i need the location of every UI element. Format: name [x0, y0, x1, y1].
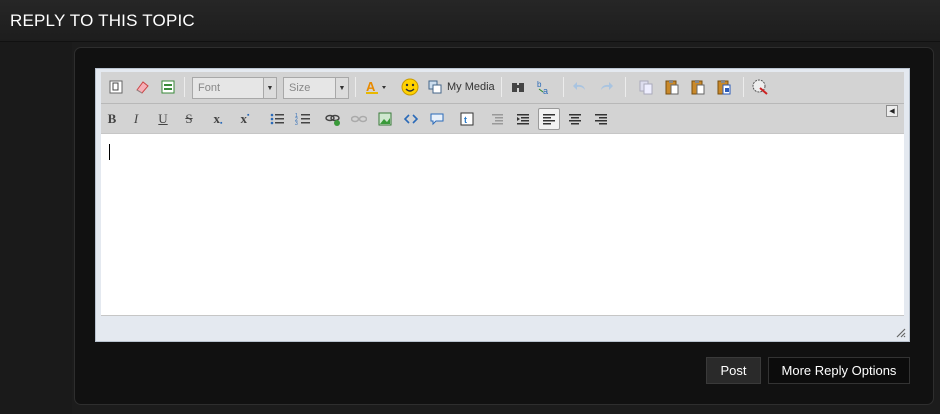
find-button[interactable]	[507, 76, 529, 98]
unlink-icon	[351, 115, 367, 123]
paste-text-button[interactable]	[687, 76, 709, 98]
outdent-button[interactable]	[486, 108, 508, 130]
font-select-label: Font	[198, 82, 221, 94]
font-color-button[interactable]: A	[363, 76, 391, 98]
toolbar-separator	[355, 77, 356, 97]
code-icon	[403, 114, 419, 124]
section-header: REPLY TO THIS TOPIC	[0, 0, 940, 42]
editor-toolbar: Font ▼ Size ▼ A My Media b a B I U S x ▪…	[101, 72, 904, 133]
align-center-button[interactable]	[564, 108, 586, 130]
twitter-icon: t	[460, 112, 474, 126]
italic-icon: I	[133, 111, 139, 126]
svg-text:t: t	[464, 115, 467, 125]
toolbar-separator	[563, 77, 564, 97]
replace-icon: ba	[537, 80, 548, 95]
my-media-button[interactable]: My Media	[428, 76, 495, 98]
redo-icon	[601, 82, 613, 90]
speech-bubble-icon	[430, 113, 444, 126]
binoculars-icon	[512, 83, 524, 92]
collapse-toolbar-button[interactable]: ◀	[886, 105, 898, 117]
strikethrough-button[interactable]: S	[178, 108, 200, 130]
svg-text:b: b	[537, 80, 542, 89]
undo-button[interactable]	[569, 76, 591, 98]
more-reply-options-button[interactable]: More Reply Options	[768, 357, 910, 384]
strikethrough-icon: S	[185, 111, 193, 126]
toolbar-separator	[184, 77, 185, 97]
chevron-down-icon[interactable]: ▼	[335, 78, 348, 98]
size-select[interactable]: Size ▼	[283, 77, 349, 99]
font-select[interactable]: Font ▼	[192, 77, 277, 99]
toolbar-separator	[743, 77, 744, 97]
font-color-icon: A	[366, 79, 386, 94]
link-icon	[325, 114, 340, 126]
align-right-icon	[595, 114, 607, 125]
insert-image-button[interactable]	[374, 108, 396, 130]
svg-text:A: A	[366, 79, 376, 94]
toolbar-row-2: B I U S x ▪ x ▪ 123 t	[101, 104, 904, 134]
eraser-icon	[136, 81, 149, 94]
replace-button[interactable]: ba	[533, 76, 555, 98]
redo-button[interactable]	[595, 76, 617, 98]
size-select-label: Size	[289, 82, 311, 94]
clipboard-icon	[665, 80, 679, 95]
copy-button[interactable]	[635, 76, 657, 98]
bullet-list-icon	[270, 113, 284, 125]
bold-icon: B	[107, 111, 117, 126]
superscript-button[interactable]: x ▪	[234, 108, 256, 130]
media-icon	[428, 80, 442, 94]
code-button[interactable]	[400, 108, 422, 130]
indent-button[interactable]	[512, 108, 534, 130]
numbered-list-button[interactable]: 123	[292, 108, 314, 130]
text-caret	[109, 144, 110, 160]
editor-text-area[interactable]	[101, 133, 904, 316]
left-sidebar-strip	[0, 42, 72, 414]
quote-button[interactable]	[426, 108, 448, 130]
copy-icon	[639, 80, 653, 95]
post-button[interactable]: Post	[706, 357, 761, 384]
rich-text-editor: Font ▼ Size ▼ A My Media b a B I U S x ▪…	[95, 68, 910, 342]
my-media-label: My Media	[447, 81, 495, 93]
toolbar-separator	[625, 77, 626, 97]
smiley-icon	[401, 78, 419, 96]
triangle-left-icon: ◀	[889, 108, 895, 115]
subscript-button[interactable]: x ▪	[207, 108, 229, 130]
source-icon	[109, 80, 123, 94]
source-view-button[interactable]	[105, 76, 127, 98]
align-left-icon	[543, 114, 555, 125]
paste-text-icon	[691, 80, 705, 95]
bulleted-list-button[interactable]	[266, 108, 288, 130]
spellcheck-button[interactable]	[749, 76, 771, 98]
paste-word-button[interactable]	[713, 76, 735, 98]
paste-button[interactable]	[661, 76, 683, 98]
numbered-list-icon: 123	[295, 113, 310, 127]
toggle-editor-button[interactable]	[157, 76, 179, 98]
outdent-icon	[492, 114, 503, 125]
twitter-button[interactable]: t	[456, 108, 478, 130]
emoticon-button[interactable]	[399, 76, 421, 98]
underline-icon: U	[158, 111, 168, 126]
svg-text:3: 3	[295, 121, 298, 127]
image-icon	[378, 112, 392, 126]
indent-icon	[517, 114, 529, 125]
toolbar-separator	[501, 77, 502, 97]
bold-button[interactable]: B	[101, 108, 123, 130]
remove-format-button[interactable]	[131, 76, 153, 98]
align-left-button[interactable]	[538, 108, 560, 130]
section-title: REPLY TO THIS TOPIC	[10, 11, 195, 30]
resize-grip-icon[interactable]	[894, 326, 906, 338]
chevron-down-icon[interactable]: ▼	[263, 78, 276, 98]
undo-icon	[573, 82, 585, 90]
underline-button[interactable]: U	[152, 108, 174, 130]
align-center-icon	[569, 114, 581, 125]
insert-link-button[interactable]	[322, 108, 344, 130]
paste-word-icon	[717, 80, 731, 95]
unlink-button[interactable]	[348, 108, 370, 130]
svg-text:a: a	[543, 86, 548, 95]
italic-button[interactable]: I	[125, 108, 147, 130]
editor-toggle-icon	[161, 80, 175, 94]
align-right-button[interactable]	[590, 108, 612, 130]
spellcheck-icon	[752, 79, 768, 95]
toolbar-row-1: Font ▼ Size ▼ A My Media b a	[101, 72, 904, 102]
